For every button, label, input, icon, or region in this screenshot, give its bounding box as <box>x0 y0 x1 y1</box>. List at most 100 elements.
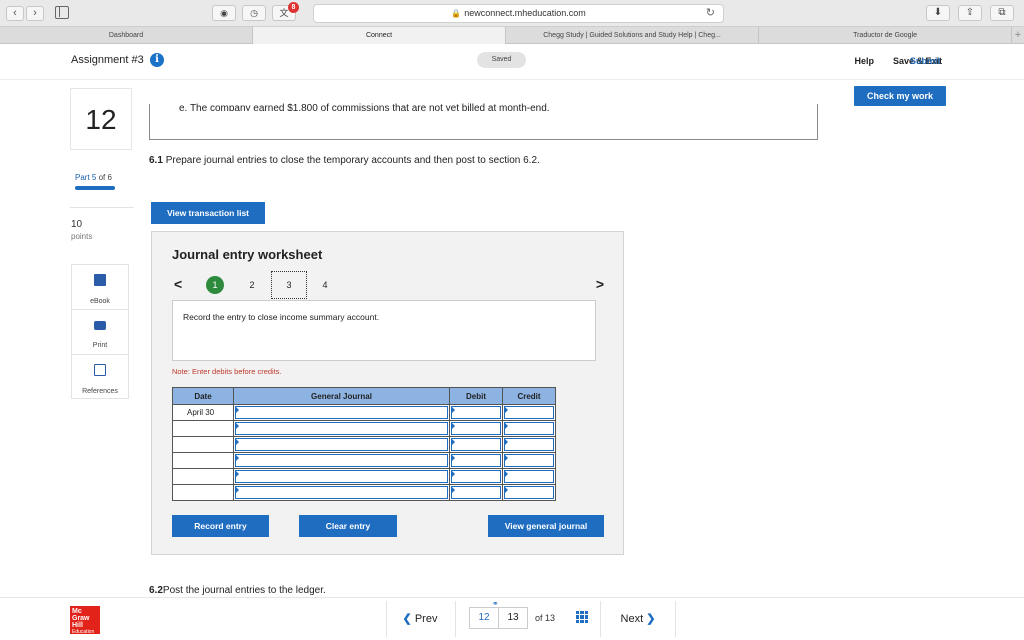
new-tab-button[interactable]: + <box>1012 27 1024 43</box>
forward-icon[interactable]: › <box>26 6 44 21</box>
download-icon[interactable]: ⬇ <box>926 5 950 21</box>
credit-input-cell <box>502 436 556 453</box>
extension-clock-icon[interactable]: ◷ <box>242 5 266 21</box>
view-transaction-list-button[interactable]: View transaction list <box>151 202 265 224</box>
logo-line: Education <box>72 629 95 635</box>
assignment-title: Assignment #3 <box>71 54 144 66</box>
tab-dashboard[interactable]: Dashboard <box>0 27 254 44</box>
page-total: of 13 <box>535 613 556 623</box>
check-my-work-button[interactable]: Check my work <box>854 86 946 106</box>
part-current: 5 <box>91 173 97 182</box>
credit-input[interactable] <box>504 470 554 483</box>
general-journal-input-cell <box>233 484 450 501</box>
general-journal-input[interactable] <box>235 422 448 435</box>
current-page[interactable]: 12 <box>470 608 499 628</box>
next-button[interactable]: Next ❯ <box>606 607 670 631</box>
extension-c-icon[interactable]: ◉ <box>212 5 236 21</box>
credit-input[interactable] <box>504 454 554 467</box>
prev-button[interactable]: ❮ Prev <box>388 607 452 631</box>
back-icon[interactable]: ‹ <box>6 6 24 21</box>
table-row: April 30 <box>172 404 556 421</box>
date-cell[interactable] <box>172 468 234 485</box>
print-button[interactable]: Print <box>71 309 129 354</box>
footer-divider <box>600 601 601 637</box>
transaction-text: e. The company earned $1,800 of commissi… <box>179 103 550 111</box>
credit-input[interactable] <box>504 486 554 499</box>
debit-input[interactable] <box>451 486 501 499</box>
part-prefix: Part <box>75 173 90 182</box>
journal-table: Date General Journal Debit Credit April … <box>172 387 556 501</box>
debit-input-cell <box>449 420 503 437</box>
references-label: References <box>82 388 118 395</box>
url-bar[interactable]: 🔒 newconnect.mheducation.com ↻ <box>313 4 724 23</box>
general-journal-input[interactable] <box>235 470 448 483</box>
points-value: 10 <box>71 219 83 230</box>
share-icon[interactable]: ⇪ <box>958 5 982 21</box>
book-icon <box>94 274 106 286</box>
date-cell[interactable]: April 30 <box>172 404 234 421</box>
pager-item-3[interactable]: 3 <box>271 271 307 299</box>
instruction-number: 6.1 <box>149 155 163 166</box>
ebook-label: eBook <box>90 298 110 305</box>
page-selector[interactable]: 12 13 <box>469 607 528 629</box>
debit-input[interactable] <box>451 438 501 451</box>
column-header-debit: Debit <box>449 387 503 405</box>
general-journal-input[interactable] <box>235 454 448 467</box>
general-journal-input[interactable] <box>235 486 448 499</box>
part-progress-bar <box>75 186 115 190</box>
credit-input-cell <box>502 452 556 469</box>
view-general-journal-button[interactable]: View general journal <box>488 515 604 537</box>
debit-input[interactable] <box>451 406 501 419</box>
tab-chegg[interactable]: Chegg Study | Guided Solutions and Study… <box>506 27 760 44</box>
date-cell[interactable] <box>172 436 234 453</box>
extension-translate-icon[interactable]: 文 8 <box>272 2 299 21</box>
tools-panel: eBook Print References <box>71 264 129 399</box>
reload-icon[interactable]: ↻ <box>706 5 715 22</box>
credit-input[interactable] <box>504 406 554 419</box>
pager-item-2[interactable]: 2 <box>243 276 261 294</box>
credit-input[interactable] <box>504 422 554 435</box>
general-journal-input[interactable] <box>235 438 448 451</box>
pager-item-4[interactable]: 4 <box>316 276 334 294</box>
journal-entry-worksheet: Journal entry worksheet < 1 2 3 4 > Reco… <box>151 231 624 555</box>
post-text: Post the journal entries to the ledger. <box>162 585 326 595</box>
general-journal-input-cell <box>233 420 450 437</box>
pager-next-icon[interactable]: > <box>596 276 604 292</box>
chevron-right-icon: ❯ <box>646 613 656 625</box>
tabs-overview-icon[interactable]: ⧉ <box>990 5 1014 21</box>
left-divider <box>70 207 134 208</box>
footer-nav: Mc Graw Hill Education ❮ Prev ⚭ 12 13 of… <box>0 597 1024 640</box>
general-journal-input[interactable] <box>235 406 448 419</box>
debit-input-cell <box>449 468 503 485</box>
date-cell[interactable] <box>172 484 234 501</box>
tab-translator[interactable]: Traductor de Google <box>759 27 1013 44</box>
column-header-credit: Credit <box>502 387 556 405</box>
ebook-button[interactable]: eBook <box>71 264 129 309</box>
references-button[interactable]: References <box>71 354 129 399</box>
instruction: 6.1 Prepare journal entries to close the… <box>149 155 540 166</box>
pager-prev-icon[interactable]: < <box>174 276 182 292</box>
url-text: newconnect.mheducation.com <box>464 8 586 18</box>
debit-input-cell <box>449 404 503 421</box>
logo-line: Mc <box>72 608 82 615</box>
sidebar-icon[interactable] <box>55 6 69 19</box>
debit-input[interactable] <box>451 422 501 435</box>
help-link[interactable]: Help <box>854 56 874 66</box>
debit-input[interactable] <box>451 454 501 467</box>
info-icon[interactable]: i <box>150 53 164 67</box>
tab-connect[interactable]: Connect <box>253 27 507 44</box>
prev-label: Prev <box>414 613 438 625</box>
date-cell[interactable] <box>172 452 234 469</box>
submit-link[interactable]: Submit <box>910 56 941 66</box>
next-page-number[interactable]: 13 <box>499 608 527 628</box>
post-number: 6.2 <box>149 585 163 595</box>
date-cell[interactable] <box>172 420 234 437</box>
part-of: of 6 <box>98 173 112 182</box>
credit-input[interactable] <box>504 438 554 451</box>
record-entry-button[interactable]: Record entry <box>172 515 269 537</box>
clear-entry-button[interactable]: Clear entry <box>299 515 397 537</box>
debit-input[interactable] <box>451 470 501 483</box>
pager-item-1[interactable]: 1 <box>206 276 224 294</box>
debits-note: Note: Enter debits before credits. <box>172 367 282 376</box>
grid-icon[interactable] <box>576 611 588 623</box>
